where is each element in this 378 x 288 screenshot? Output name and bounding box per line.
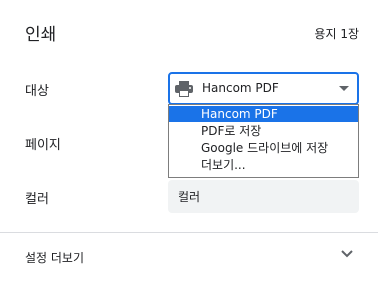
dialog-title: 인쇄 (25, 25, 57, 45)
destination-label: 대상 (25, 84, 49, 99)
chevron-down-icon[interactable] (341, 250, 353, 258)
color-label: 컬러 (25, 192, 49, 207)
pages-label: 페이지 (25, 138, 61, 153)
more-settings-label[interactable]: 설정 더보기 (25, 249, 84, 266)
divider (0, 232, 378, 233)
destination-dropdown: Hancom PDF PDF로 저장 Google 드라이브에 저장 더보기..… (168, 104, 359, 178)
dropdown-option-hancom-pdf[interactable]: Hancom PDF (169, 106, 358, 122)
dropdown-option-save-as-pdf[interactable]: PDF로 저장 (169, 123, 358, 139)
print-dialog: 인쇄 용지 1장 대상 Hancom PDF Hancom PDF PDF로 저… (0, 0, 378, 288)
destination-value: Hancom PDF (202, 81, 279, 95)
sheet-count: 용지 1장 (314, 27, 359, 41)
caret-down-icon (339, 86, 349, 91)
color-select[interactable]: 컬러 (168, 180, 359, 213)
color-value: 컬러 (178, 190, 201, 204)
dropdown-option-google-drive[interactable]: Google 드라이브에 저장 (169, 140, 358, 156)
printer-icon (175, 81, 193, 97)
destination-select[interactable]: Hancom PDF (168, 72, 359, 105)
dropdown-option-more[interactable]: 더보기... (169, 157, 358, 173)
